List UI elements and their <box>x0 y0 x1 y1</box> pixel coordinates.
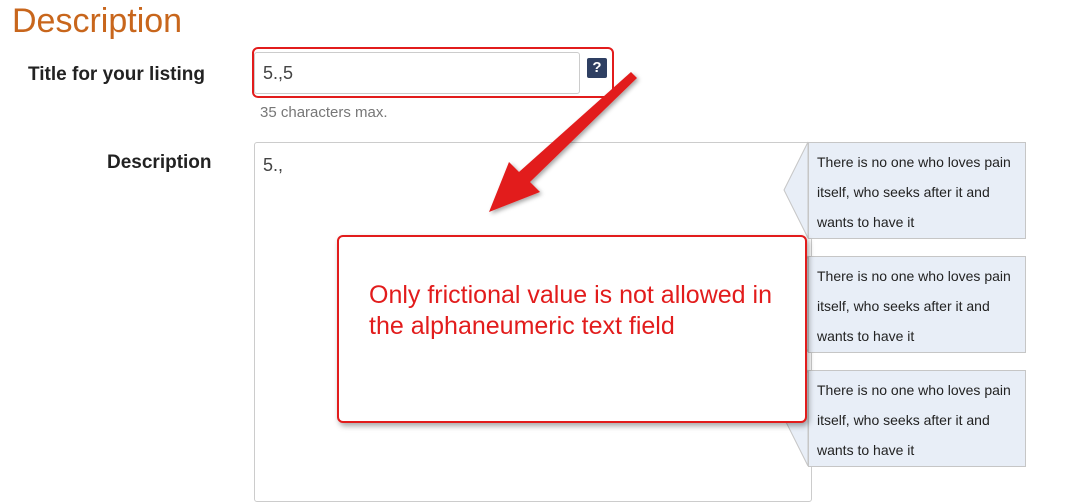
annotation-callout: Only frictional value is not allowed in … <box>337 235 807 423</box>
